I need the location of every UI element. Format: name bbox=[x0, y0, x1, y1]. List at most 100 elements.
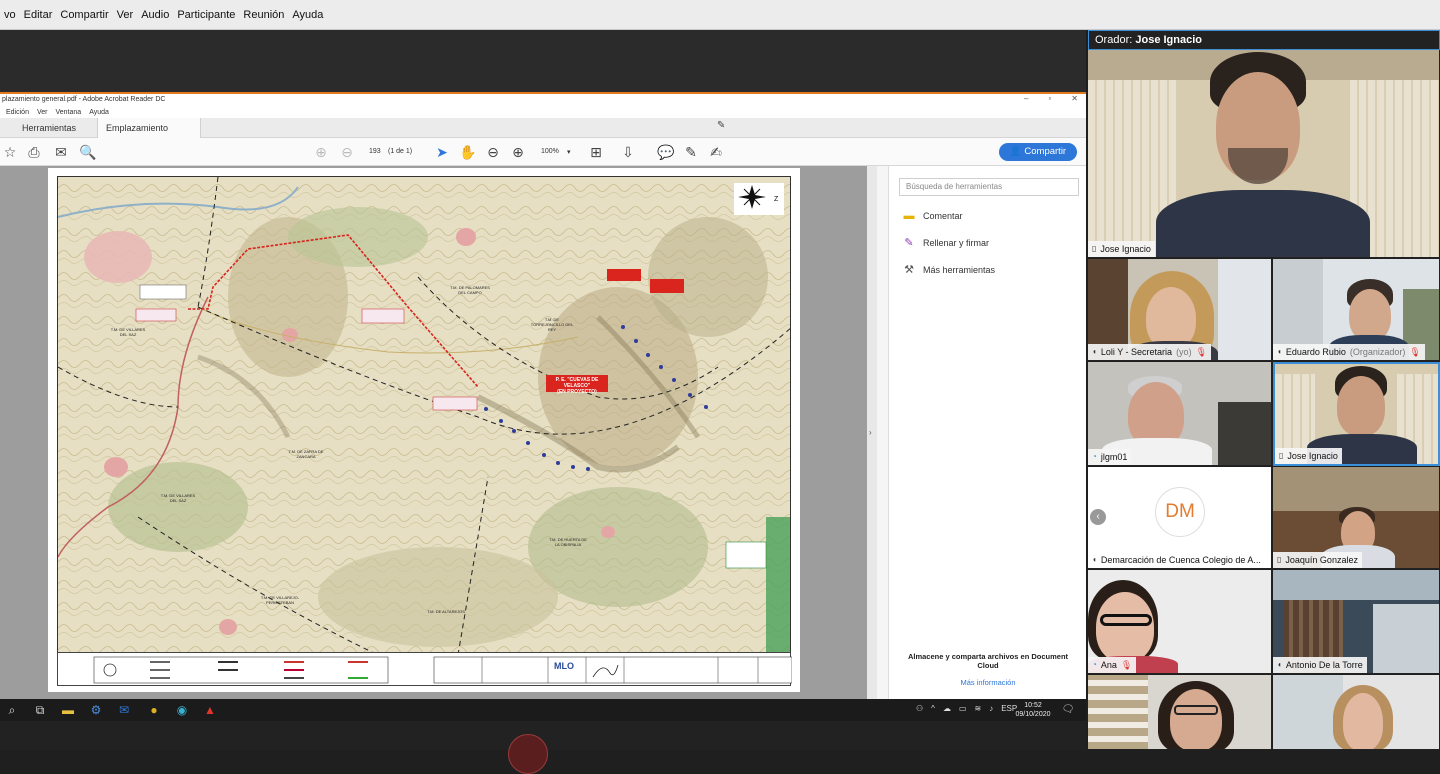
menu-meeting[interactable]: Reunión bbox=[239, 9, 288, 21]
page-up-icon[interactable]: ⊕ bbox=[313, 144, 329, 160]
notification-icon[interactable]: 🗨 bbox=[1060, 702, 1076, 718]
vertical-scrollbar[interactable]: › bbox=[867, 166, 877, 699]
network-icon[interactable]: ▭ bbox=[959, 704, 967, 713]
participant-tile[interactable]: ◔ jlgm01 bbox=[1088, 362, 1272, 466]
tool-search-input[interactable]: Búsqueda de herramientas bbox=[899, 178, 1079, 196]
participant-name: Loli Y - Secretaria bbox=[1100, 347, 1173, 357]
wrench-icon: ⚒ bbox=[904, 264, 914, 276]
taskbar-clock[interactable]: 10:52 09/10/2020 bbox=[1010, 701, 1056, 719]
search-icon[interactable]: ⌕ bbox=[4, 702, 20, 718]
leave-meeting-button[interactable] bbox=[508, 734, 548, 774]
volume-icon[interactable]: ♪ bbox=[989, 704, 993, 713]
print-icon[interactable]: ⎙ bbox=[26, 144, 42, 160]
file-explorer-icon[interactable]: ▬ bbox=[60, 702, 76, 718]
zoom-level-select[interactable]: 100% bbox=[541, 148, 559, 155]
bookmark-star-icon[interactable]: ☆ bbox=[2, 144, 18, 160]
comment-icon[interactable]: 💬 bbox=[657, 144, 674, 160]
more-info-link[interactable]: Más información bbox=[897, 678, 1079, 687]
select-cursor-icon[interactable]: ➤ bbox=[434, 144, 450, 160]
legend-svg: MLO bbox=[93, 656, 793, 684]
chevron-up-icon[interactable]: ^ bbox=[931, 704, 935, 713]
fill-sign-icon: ✎ bbox=[904, 237, 914, 249]
window-controls: – ▫ ✕ bbox=[1024, 94, 1078, 103]
minimize-icon[interactable]: – bbox=[1024, 94, 1028, 103]
collapse-pane-icon[interactable]: › bbox=[869, 428, 872, 437]
participant-tile[interactable]: ◖ Antonio De la Torre bbox=[1273, 570, 1440, 674]
acro-menu-window[interactable]: Ventana bbox=[55, 109, 81, 116]
settings-icon[interactable]: ⚙ bbox=[88, 702, 104, 718]
wifi-icon[interactable]: ≋ bbox=[975, 704, 982, 713]
acro-menu-help[interactable]: Ayuda bbox=[89, 109, 109, 116]
menu-share[interactable]: Compartir bbox=[56, 9, 112, 21]
zoom-out-icon[interactable]: ⊖ bbox=[485, 144, 501, 160]
acrobat-menu: Edición Ver Ventana Ayuda bbox=[0, 106, 1086, 118]
tool-fill-sign[interactable]: ✎ Rellenar y firmar bbox=[903, 237, 989, 249]
location-map: Z P. E. "CUEVAS DE VELASCO" (EN PROYECTO… bbox=[57, 176, 791, 654]
page-number-input[interactable]: 193 bbox=[369, 148, 381, 155]
cloud-promo-text: Almacene y comparta archivos en Document… bbox=[907, 652, 1069, 670]
participant-tile[interactable]: ▯ Joaquín Gonzalez bbox=[1273, 467, 1440, 569]
menu-audio[interactable]: Audio bbox=[137, 9, 173, 21]
participant-tag: (yo) bbox=[1176, 347, 1192, 357]
tools-pane: Búsqueda de herramientas ▬ Comentar ✎ Re… bbox=[888, 166, 1086, 699]
menu-edit[interactable]: Editar bbox=[20, 9, 57, 21]
weather-icon[interactable]: ☁ bbox=[943, 704, 951, 713]
compass-icon: Z bbox=[734, 183, 784, 215]
speaker-video[interactable]: ▯ Jose Ignacio bbox=[1088, 50, 1440, 258]
menu-file[interactable]: vo bbox=[0, 9, 20, 21]
muted-mic-icon: 🎙 bbox=[1409, 347, 1421, 357]
tool-more[interactable]: ⚒ Más herramientas bbox=[903, 264, 995, 276]
chrome-icon[interactable]: ● bbox=[146, 702, 162, 718]
tab-document[interactable]: Emplazamiento gen... ✕ bbox=[97, 118, 201, 153]
participant-tile[interactable]: ◔ Ana 🎙 bbox=[1088, 570, 1272, 674]
close-icon[interactable]: ✕ bbox=[1071, 94, 1078, 103]
participant-tile[interactable]: ◖ Loli Y - Secretaria (yo) 🎙 bbox=[1088, 259, 1272, 361]
project-label-title: P. E. "CUEVAS DE VELASCO" bbox=[555, 377, 599, 389]
zoom-in-icon[interactable]: ⊕ bbox=[510, 144, 526, 160]
sign-pen-icon[interactable]: ✍ bbox=[708, 144, 724, 160]
tm-label: T.M. DE VILLARES DEL SAZ bbox=[160, 493, 196, 503]
email-icon[interactable]: ✉ bbox=[53, 144, 69, 160]
page-count: (1 de 1) bbox=[388, 148, 413, 155]
acro-menu-view[interactable]: Ver bbox=[37, 109, 48, 116]
project-label: P. E. "CUEVAS DE VELASCO" (EN PROYECTO) bbox=[546, 377, 608, 395]
participant-tile[interactable] bbox=[1273, 675, 1440, 750]
menu-participant[interactable]: Participante bbox=[173, 9, 239, 21]
zoom-search-icon[interactable]: 🔍 bbox=[79, 144, 96, 160]
share-user-icon: 👤 bbox=[1009, 146, 1022, 157]
hand-tool-icon[interactable]: ✋ bbox=[459, 144, 476, 160]
share-button[interactable]: 👤 Compartir bbox=[999, 143, 1077, 161]
menu-view[interactable]: Ver bbox=[113, 9, 138, 21]
participant-label: ◖ Antonio De la Torre bbox=[1273, 657, 1367, 673]
acrobat-title: plazamiento general.pdf - Adobe Acrobat … bbox=[0, 94, 1086, 106]
phone-icon: ▯ bbox=[1277, 555, 1282, 564]
participant-label: ▯ Jose Ignacio bbox=[1088, 241, 1155, 257]
acrobat-icon[interactable]: ▲ bbox=[202, 702, 218, 718]
participant-name: Eduardo Rubio bbox=[1285, 347, 1346, 357]
sign-icon[interactable]: ✎ bbox=[717, 120, 725, 131]
tab-tools[interactable]: Herramientas bbox=[14, 118, 84, 138]
outlook-icon[interactable]: ✉ bbox=[116, 702, 132, 718]
scroll-mode-icon[interactable]: ⇩ bbox=[620, 144, 636, 160]
tool-comment[interactable]: ▬ Comentar bbox=[903, 210, 963, 222]
windows-taskbar: ⌕ ⧉ ▬ ⚙ ✉ ● ◉ ▲ ⚇ ^ ☁ ▭ ≋ ♪ ESP 10:52 09… bbox=[0, 699, 1086, 721]
avatar-initials: DM bbox=[1155, 487, 1205, 537]
shared-screen-top bbox=[0, 30, 1086, 92]
participant-tile-active[interactable]: ▯ Jose Ignacio bbox=[1273, 362, 1440, 466]
tool-fill-sign-label: Rellenar y firmar bbox=[923, 238, 990, 248]
acro-menu-edit[interactable]: Edición bbox=[6, 109, 29, 116]
tm-label: T.M. DE ZAFRA DE ZANCARA bbox=[288, 449, 324, 459]
task-view-icon[interactable]: ⧉ bbox=[32, 702, 48, 718]
participant-tile[interactable] bbox=[1088, 675, 1272, 750]
page-down-icon[interactable]: ⊖ bbox=[339, 144, 355, 160]
participant-name: Antonio De la Torre bbox=[1285, 660, 1363, 670]
highlight-pen-icon[interactable]: ✎ bbox=[683, 144, 699, 160]
maximize-icon[interactable]: ▫ bbox=[1048, 94, 1051, 103]
zoom-dropdown-icon[interactable]: ▾ bbox=[567, 148, 571, 156]
scroll-left-icon[interactable]: ‹ bbox=[1090, 509, 1106, 525]
menu-help[interactable]: Ayuda bbox=[288, 9, 327, 21]
webex-icon[interactable]: ◉ bbox=[174, 702, 190, 718]
fit-page-icon[interactable]: ⊞ bbox=[588, 144, 604, 160]
participant-tile[interactable]: ◖ Eduardo Rubio (Organizador) 🎙 bbox=[1273, 259, 1440, 361]
people-icon[interactable]: ⚇ bbox=[916, 704, 923, 713]
